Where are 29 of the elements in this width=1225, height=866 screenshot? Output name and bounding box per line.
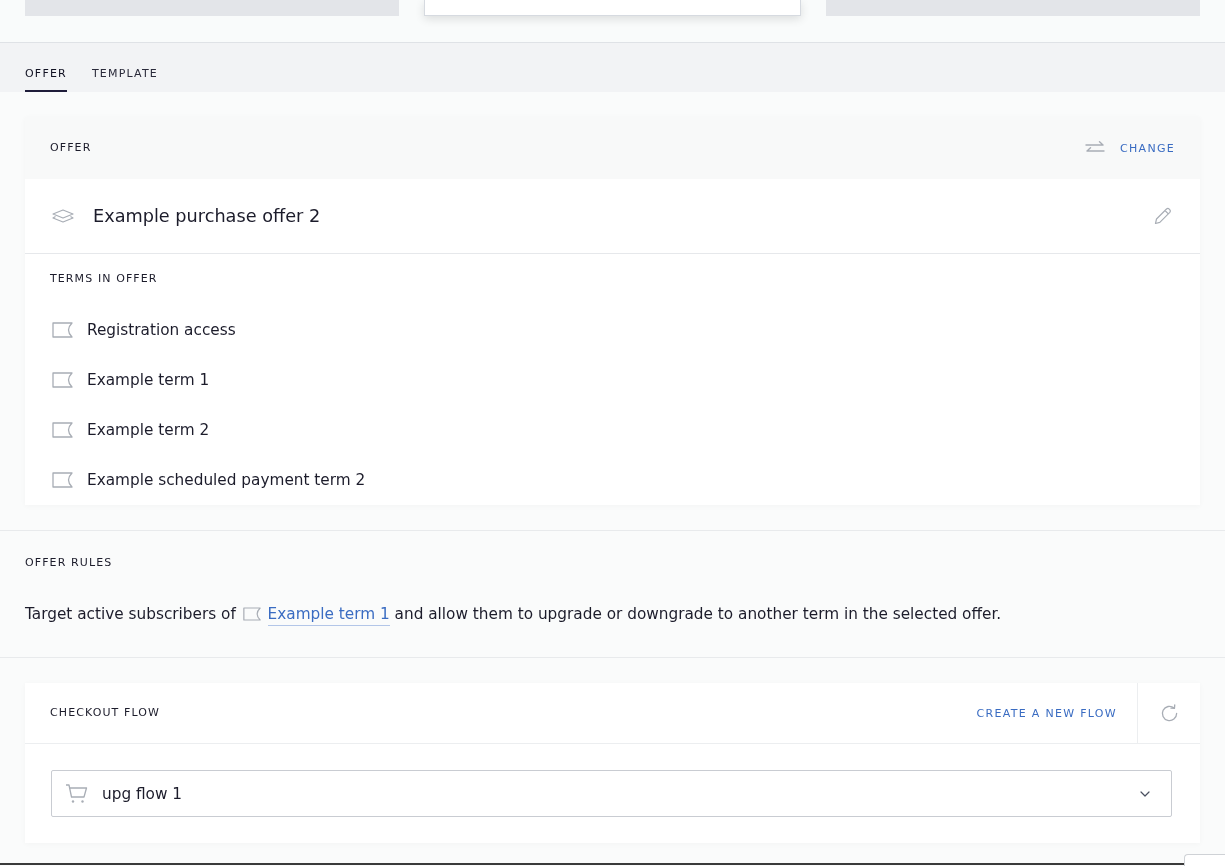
terms-title: TERMS IN OFFER — [50, 272, 159, 286]
layers-icon — [52, 209, 74, 223]
ticket-icon — [52, 372, 73, 388]
tab[interactable]: TEMPLATE — [91, 43, 159, 92]
term-name: Registration access — [87, 321, 236, 339]
term-name: Example scheduled payment term 2 — [87, 471, 366, 489]
swap-arrows-icon[interactable] — [1085, 141, 1105, 155]
chevron-down-icon — [1140, 790, 1150, 797]
section-title: OFFER RULES — [25, 556, 114, 570]
section-title: OFFER — [50, 141, 92, 155]
option-card[interactable] — [424, 0, 801, 16]
ticket-icon — [242, 607, 261, 621]
create-flow-link[interactable]: CREATE A NEW FLOW — [976, 706, 1117, 720]
offer-name: Example purchase offer 2 — [93, 206, 322, 226]
flow-select[interactable]: upg flow 1 — [51, 770, 1172, 817]
ticket-icon — [52, 322, 73, 338]
cart-icon — [65, 783, 88, 804]
pencil-icon[interactable] — [1154, 207, 1172, 225]
offer-rule-text: Target active subscribers of Example term 1 and allow them to upgrade or downgrade to another term in the selected offer. — [25, 600, 1200, 628]
tab[interactable]: OFFER — [25, 43, 67, 92]
section-title: CHECKOUT FLOW — [50, 706, 162, 720]
term-name: Example term 1 — [87, 371, 210, 389]
refresh-icon — [1159, 703, 1179, 723]
selected-flow: upg flow 1 — [102, 784, 184, 803]
term-link[interactable]: Example term 1 — [267, 605, 390, 626]
change-link[interactable]: CHANGE — [1120, 141, 1175, 155]
ticket-icon — [52, 422, 73, 438]
term-name: Example term 2 — [87, 421, 210, 439]
ticket-icon — [52, 472, 73, 488]
